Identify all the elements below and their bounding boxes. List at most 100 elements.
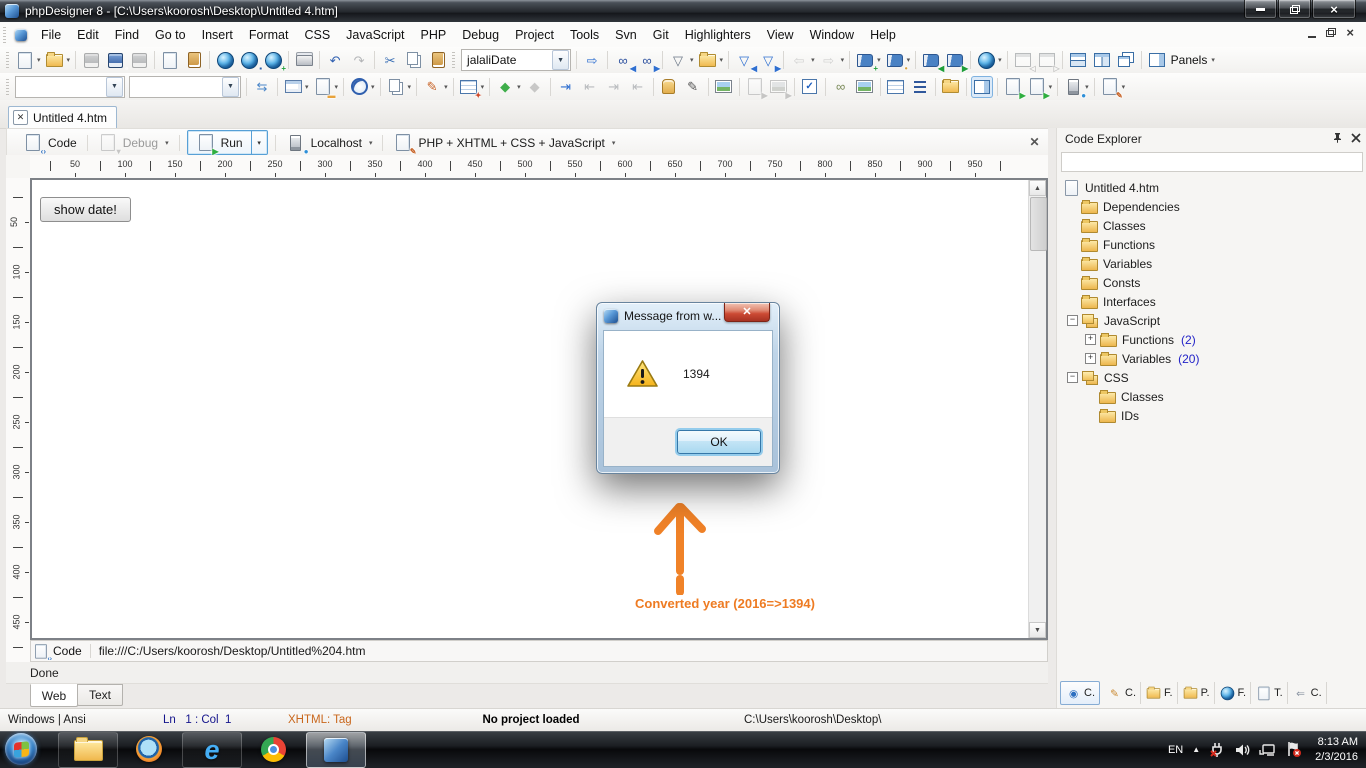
panel-close-icon[interactable] (1351, 133, 1361, 143)
toolbar-grip[interactable] (6, 79, 9, 95)
undo-icon[interactable]: ↶ (325, 50, 345, 70)
tab-close-icon[interactable]: ✕ (13, 110, 28, 125)
scroll-up-icon[interactable]: ▲ (1029, 180, 1046, 196)
tree-item-functions[interactable]: +Functions(2) (1061, 330, 1365, 349)
save-all-icon[interactable] (129, 50, 149, 70)
next-window-icon[interactable]: ▷ (1037, 50, 1057, 70)
cascade-windows-icon[interactable] (1116, 50, 1136, 70)
expand-icon[interactable]: + (1085, 353, 1096, 364)
open-file[interactable]: ▾ (43, 49, 73, 71)
print[interactable] (292, 49, 316, 71)
indent-selection[interactable]: ⇥ (602, 76, 626, 98)
previous-window[interactable]: ◁ (1011, 49, 1035, 71)
navigate-back[interactable]: ⇦▾ (787, 49, 817, 71)
todo-tab[interactable]: T. (1251, 682, 1288, 704)
syntax-mode-button-icon[interactable]: ✎ (393, 133, 413, 153)
run-in-browser-icon[interactable]: ▶ (1003, 77, 1023, 97)
run-button-icon[interactable]: ▶ (196, 133, 216, 153)
project-manager-tab-icon[interactable] (1183, 685, 1197, 701)
preview-url[interactable]: file:///C:/Users/koorosh/Desktop/Untitle… (99, 644, 366, 658)
insert-list[interactable] (908, 76, 932, 98)
save-all[interactable] (127, 49, 151, 71)
paste-icon[interactable] (428, 50, 448, 70)
run-in-browser[interactable]: ▶ (1001, 76, 1025, 98)
todo-tab-icon[interactable] (1257, 685, 1271, 701)
unindent-selection[interactable]: ⇤ (626, 76, 650, 98)
insert-table[interactable] (884, 76, 908, 98)
tree-item-consts[interactable]: Consts (1061, 273, 1365, 292)
panel-splitter[interactable] (1048, 128, 1056, 708)
format-painter[interactable]: ✎▾ (420, 76, 450, 98)
tree-item-javascript[interactable]: −JavaScript (1061, 311, 1365, 330)
menu-view[interactable]: View (759, 24, 802, 46)
image-viewer[interactable] (712, 76, 736, 98)
menu-format[interactable]: Format (241, 24, 297, 46)
taskbar-phpdesigner-button[interactable] (306, 732, 366, 768)
bookmark-goto[interactable]: •▾ (883, 49, 913, 71)
export-image-icon[interactable]: ▶ (769, 77, 789, 97)
new-file[interactable]: ▾ (13, 49, 43, 71)
close-file-icon[interactable] (160, 50, 180, 70)
menu-project[interactable]: Project (507, 24, 562, 46)
page-properties[interactable]: ▬▾ (311, 76, 341, 98)
tree-item-dependencies[interactable]: Dependencies (1061, 197, 1365, 216)
code-clips-tab-icon[interactable]: ⇐ (1293, 685, 1307, 701)
tab-untitled-4[interactable]: ✕ Untitled 4.htm (8, 106, 117, 128)
menu-find[interactable]: Find (107, 24, 147, 46)
run-file[interactable]: ▶▾ (1025, 76, 1055, 98)
save-to-remote-icon[interactable]: ▪ (239, 50, 259, 70)
ftp-tab[interactable]: F. (1215, 682, 1252, 704)
chevron-down-icon[interactable]: ▼ (222, 77, 239, 97)
insert-link-icon[interactable]: ∞ (831, 77, 851, 97)
scroll-down-icon[interactable]: ▼ (1029, 622, 1046, 638)
menu-help[interactable]: Help (862, 24, 904, 46)
run-on-server-icon[interactable]: ● (1063, 77, 1083, 97)
tree-item-untitled-4-htm[interactable]: Untitled 4.htm (1061, 178, 1365, 197)
save-file-as-icon[interactable]: ▫ (105, 50, 125, 70)
run-button-dropdown[interactable]: ▾ (251, 131, 267, 154)
export-highlighted-icon[interactable]: ▶ (745, 77, 765, 97)
unindent-selection-icon[interactable]: ⇤ (628, 77, 648, 97)
code-view-button[interactable]: ‹›Code (15, 130, 85, 155)
tree-item-interfaces[interactable]: Interfaces (1061, 292, 1365, 311)
scrollbar-thumb[interactable] (1030, 197, 1047, 251)
action-center-flag-icon[interactable] (1285, 741, 1302, 758)
paste[interactable] (426, 49, 450, 71)
redo[interactable]: ↷ (347, 49, 371, 71)
minimize-button[interactable] (1244, 0, 1277, 19)
insert-div-icon[interactable] (941, 77, 961, 97)
find-in-files[interactable]: ▾ (696, 49, 726, 71)
code-templates[interactable]: ✎▾ (1098, 76, 1128, 98)
insert-image[interactable] (853, 76, 877, 98)
menu-svn[interactable]: Svn (607, 24, 645, 46)
split-horizontal[interactable] (1066, 49, 1090, 71)
syntax-check-icon[interactable]: ◆ (495, 77, 515, 97)
file-explorer-tab-icon[interactable] (1147, 685, 1161, 701)
navigate-forward-icon[interactable]: ⇨ (819, 50, 839, 70)
run-button[interactable]: ▶Run (188, 131, 251, 154)
copy-as-html[interactable]: ▾ (384, 76, 414, 98)
split-vertical[interactable] (1090, 49, 1114, 71)
menu-tools[interactable]: Tools (562, 24, 607, 46)
preview-in-browser-icon[interactable] (215, 50, 235, 70)
insert-div[interactable] (939, 76, 963, 98)
menu-window[interactable]: Window (802, 24, 862, 46)
expand-icon[interactable]: + (1085, 334, 1096, 345)
start-button[interactable] (5, 733, 37, 765)
spell-check[interactable]: ✎ (681, 76, 705, 98)
unindent[interactable]: ⇤ (578, 76, 602, 98)
save-file-icon[interactable] (81, 50, 101, 70)
show-hidden-icons[interactable]: ▲ (1192, 745, 1200, 754)
code-view-button-icon[interactable]: ‹› (23, 133, 43, 153)
pin-icon[interactable] (1332, 132, 1343, 143)
chevron-down-icon[interactable]: ▼ (552, 50, 569, 70)
find-next[interactable]: ∞▶ (635, 49, 659, 71)
bookmark-goto-icon[interactable]: • (885, 50, 905, 70)
spell-check-icon[interactable]: ✎ (683, 77, 703, 97)
bookmark-add-icon[interactable]: + (855, 50, 875, 70)
tree-item-functions[interactable]: Functions (1061, 235, 1365, 254)
filter-previous[interactable]: ▽◀ (732, 49, 756, 71)
pan-mode-icon[interactable] (659, 77, 679, 97)
menu-git[interactable]: Git (645, 24, 677, 46)
preview-in-browser[interactable] (213, 49, 237, 71)
